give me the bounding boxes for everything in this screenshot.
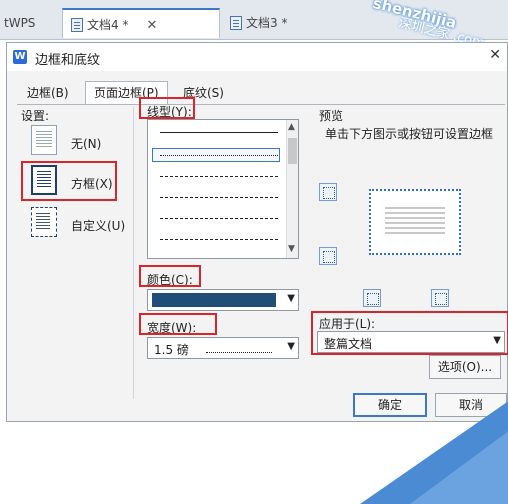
preview-text-lines (385, 207, 445, 209)
options-button[interactable]: 选项(O)... (429, 355, 501, 379)
setting-none-icon[interactable] (31, 125, 57, 155)
highlight-box-setting (21, 161, 117, 201)
line-style-dotted[interactable] (160, 155, 278, 156)
chevron-down-icon: ▼ (287, 341, 295, 352)
line-style-solid[interactable] (160, 132, 278, 133)
tab-doc3[interactable]: 文档3 * (222, 8, 295, 38)
tab-doc4[interactable]: 文档4 * ✕ (62, 8, 220, 38)
width-value: 1.5 磅 (154, 343, 189, 357)
width-select[interactable]: 1.5 磅 ▼ (147, 337, 299, 359)
preview-hint: 单击下方图示或按钮可设置边框 (325, 127, 494, 141)
line-style-dash-dot[interactable] (160, 239, 278, 240)
setting-custom-label[interactable]: 自定义(U) (71, 217, 125, 234)
setting-custom-icon[interactable] (31, 207, 57, 237)
line-style-list[interactable]: ▲ ▼ (147, 119, 299, 259)
close-dialog-icon[interactable]: ✕ (489, 47, 501, 63)
bottom-border-button[interactable] (319, 247, 337, 265)
color-select[interactable]: ▼ (147, 289, 299, 311)
tab-wps[interactable]: tWPS (0, 8, 43, 38)
line-style-dashed-fine[interactable] (160, 176, 278, 177)
right-border-button[interactable] (431, 289, 449, 307)
document-icon (230, 16, 242, 30)
color-swatch (152, 293, 276, 307)
close-tab-icon[interactable]: ✕ (146, 18, 157, 33)
column-divider (133, 107, 134, 399)
preview-page[interactable] (369, 189, 461, 255)
highlight-line-style (139, 97, 195, 119)
line-style-dash-long[interactable] (160, 218, 278, 219)
left-border-button[interactable] (363, 289, 381, 307)
highlight-width (139, 313, 217, 335)
tab-borders[interactable]: 边框(B) (19, 83, 77, 103)
scroll-down-icon[interactable]: ▼ (288, 244, 295, 254)
background-decoration (360, 401, 508, 504)
highlight-color (139, 265, 201, 287)
highlight-apply-to (311, 311, 508, 355)
setting-none-label[interactable]: 无(N) (71, 135, 101, 152)
scroll-thumb[interactable] (288, 138, 297, 164)
document-tab-bar: tWPS 文档4 * ✕ 文档3 * shenzhijia 深圳之家 .com (0, 0, 508, 51)
dialog-title: 边框和底纹 (35, 53, 101, 68)
settings-label: 设置: (21, 109, 50, 123)
line-style-scrollbar[interactable]: ▲ ▼ (286, 120, 298, 258)
borders-shading-dialog: W 边框和底纹 ✕ 边框(B) 页面边框(P) 底纹(S) 设置: 无(N) 方… (6, 42, 508, 422)
scroll-up-icon[interactable]: ▲ (288, 122, 295, 132)
line-style-dashed[interactable] (160, 197, 278, 198)
top-border-button[interactable] (319, 183, 337, 201)
preview-label: 预览 (319, 109, 344, 123)
width-line-sample (206, 352, 272, 353)
chevron-down-icon: ▼ (287, 293, 295, 304)
document-icon (71, 18, 83, 32)
tab-divider (17, 104, 505, 105)
wps-app-icon: W (13, 50, 27, 64)
dialog-titlebar: W 边框和底纹 ✕ (7, 43, 507, 71)
